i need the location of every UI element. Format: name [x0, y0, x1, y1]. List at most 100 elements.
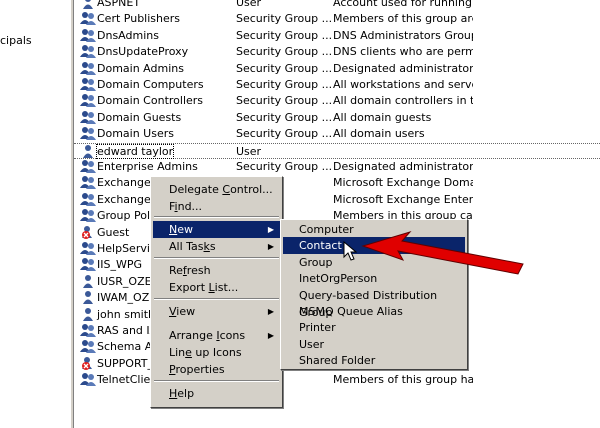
list-item-name: Enterprise Admins — [97, 160, 198, 173]
menu-item-delegate-control[interactable]: Delegate Control... — [153, 181, 280, 198]
list-item[interactable]: ASPNET User Account used for running ... — [74, 0, 600, 11]
list-item-name-cell: DnsUpdateProxy — [80, 44, 230, 60]
mouse-cursor-icon — [343, 241, 357, 261]
menu-item-line-up-icons[interactable]: Line up Icons — [153, 344, 280, 361]
menu-item-help[interactable]: Help — [153, 385, 280, 402]
list-item-name: Domain Computers — [97, 78, 204, 91]
list-item-type: Security Group ... — [236, 78, 332, 91]
list-item-description: All domain users — [333, 127, 425, 141]
list-item[interactable]: Domain Controllers Security Group ... All … — [74, 93, 600, 109]
menu-item-label: New — [169, 223, 193, 236]
list-item[interactable]: Domain Guests Security Group ... All domai… — [74, 110, 600, 126]
list-item[interactable]: Enterprise Admins Security Group ... Desig… — [74, 159, 600, 175]
group-icon — [80, 11, 96, 26]
menu-item-label: Arrange Icons — [169, 329, 246, 342]
menu-item-label: All Tasks — [169, 240, 216, 253]
group-icon — [80, 126, 96, 141]
list-item-name-cell: Domain Controllers — [80, 93, 230, 109]
disabled-user-icon — [80, 225, 96, 239]
submenu-arrow-icon: ▶ — [267, 331, 274, 340]
user-icon — [80, 144, 96, 158]
list-item-description: All workstations and serve... — [333, 78, 473, 91]
menu-item-new[interactable]: New ▶ — [153, 221, 280, 238]
list-item-type: Security Group ... — [236, 160, 332, 173]
list-item[interactable]: edward taylor User — [74, 142, 600, 159]
submenu-item-label: MSMQ Queue Alias — [299, 305, 403, 318]
annotation-arrow — [361, 231, 524, 275]
list-item-type: Security Group ... — [236, 94, 332, 108]
group-icon — [80, 372, 96, 387]
menu-item-refresh[interactable]: Refresh — [153, 262, 280, 279]
submenu-item-shared-folder[interactable]: Shared Folder — [283, 352, 465, 369]
submenu-item-label: User — [299, 337, 325, 351]
list-item-type: Security Group ... — [236, 28, 332, 42]
group-icon — [80, 77, 96, 91]
menu-item-export-list[interactable]: Export List... — [153, 279, 280, 296]
menu-item-label: Help — [169, 387, 195, 400]
menu-item-label: Properties — [169, 363, 225, 376]
menu-item-label: Find... — [169, 200, 203, 213]
group-icon — [80, 208, 96, 223]
list-item-description: Microsoft Exchange Enter... — [333, 192, 473, 206]
context-menu: Delegate Control... Find... New ▶ All Tasks ▶… — [150, 176, 283, 408]
list-item-name: Cert Publishers — [97, 12, 181, 26]
list-item-name: john smith — [97, 307, 156, 321]
list-item-name: Domain Admins — [97, 61, 184, 75]
menu-item-properties[interactable]: Properties — [153, 361, 280, 378]
list-item-type: Security Group ... — [236, 127, 332, 141]
submenu-item-msmq-queue-alias[interactable]: MSMQ Queue Alias — [283, 303, 465, 320]
submenu-arrow-icon: ▶ — [267, 307, 274, 316]
list-item-description: Members of this group are... — [333, 12, 473, 26]
user-icon — [80, 307, 96, 321]
menu-item-arrange-icons[interactable]: Arrange Icons ▶ — [153, 327, 280, 344]
group-icon — [80, 323, 96, 337]
console-tree-pane: cipals — [0, 0, 70, 428]
list-item-description: Account used for running ... — [333, 0, 473, 9]
list-item-type: Security Group ... — [236, 61, 332, 75]
submenu-item-user[interactable]: User — [283, 336, 465, 353]
list-item-name: RAS and IA — [97, 324, 158, 337]
list-item-description: Members of this group ha... — [333, 373, 473, 387]
menu-item-label: View — [169, 305, 196, 318]
list-item-name: Guest — [97, 225, 130, 239]
list-item-description: All domain guests — [333, 110, 432, 124]
menu-item-view[interactable]: View ▶ — [153, 303, 280, 320]
list-item[interactable]: DnsAdmins Security Group ... DNS Administr… — [74, 28, 600, 44]
menu-item-label: Line up Icons — [169, 346, 242, 359]
submenu-item-query-based-distribution-group[interactable]: Query-based Distribution Group — [283, 287, 465, 319]
list-item-description: DNS Administrators Group — [333, 28, 473, 42]
list-item-type: Security Group ... — [236, 12, 332, 26]
tree-label: cipals — [0, 34, 32, 47]
list-item[interactable]: Domain Computers Security Group ... All wo… — [74, 77, 600, 93]
list-item[interactable]: DnsUpdateProxy Security Group ... DNS clie… — [74, 44, 600, 60]
menu-item-label: Delegate Control... — [169, 183, 273, 196]
list-item-name: edward taylor — [95, 143, 175, 159]
list-item-description: DNS clients who are permi... — [333, 45, 473, 59]
list-item-type: User — [236, 144, 262, 158]
menu-item-label: Export List... — [169, 281, 239, 294]
submenu-item-label: Printer — [299, 321, 336, 335]
list-item-type: Security Group ... — [236, 45, 332, 59]
list-item-name-cell: Domain Users — [80, 126, 230, 142]
list-item-name: DnsAdmins — [97, 28, 159, 42]
list-item-name: IIS_WPG — [97, 258, 143, 272]
group-icon — [80, 192, 96, 206]
list-item[interactable]: Domain Admins Security Group ... Designate… — [74, 61, 600, 77]
list-item-type: User — [236, 0, 262, 9]
group-icon — [80, 257, 96, 272]
list-item-type: Security Group ... — [236, 110, 332, 124]
list-item-name: ASPNET — [97, 0, 141, 9]
disabled-user-icon — [80, 356, 96, 370]
list-item[interactable]: Domain Users Security Group ... All domain… — [74, 126, 600, 142]
submenu-arrow-icon: ▶ — [267, 225, 274, 234]
menu-item-find[interactable]: Find... — [153, 198, 280, 215]
submenu-item-printer[interactable]: Printer — [283, 319, 465, 336]
list-item-description: All domain controllers in th... — [333, 94, 473, 108]
submenu-item-label: Computer — [299, 223, 354, 236]
list-item[interactable]: Cert Publishers Security Group ... Members… — [74, 11, 600, 27]
list-item-name-cell: Domain Guests — [80, 110, 230, 126]
menu-item-all-tasks[interactable]: All Tasks ▶ — [153, 238, 280, 255]
group-icon — [80, 175, 96, 190]
group-icon — [80, 241, 96, 255]
list-item-name-cell: ASPNET — [80, 0, 230, 11]
